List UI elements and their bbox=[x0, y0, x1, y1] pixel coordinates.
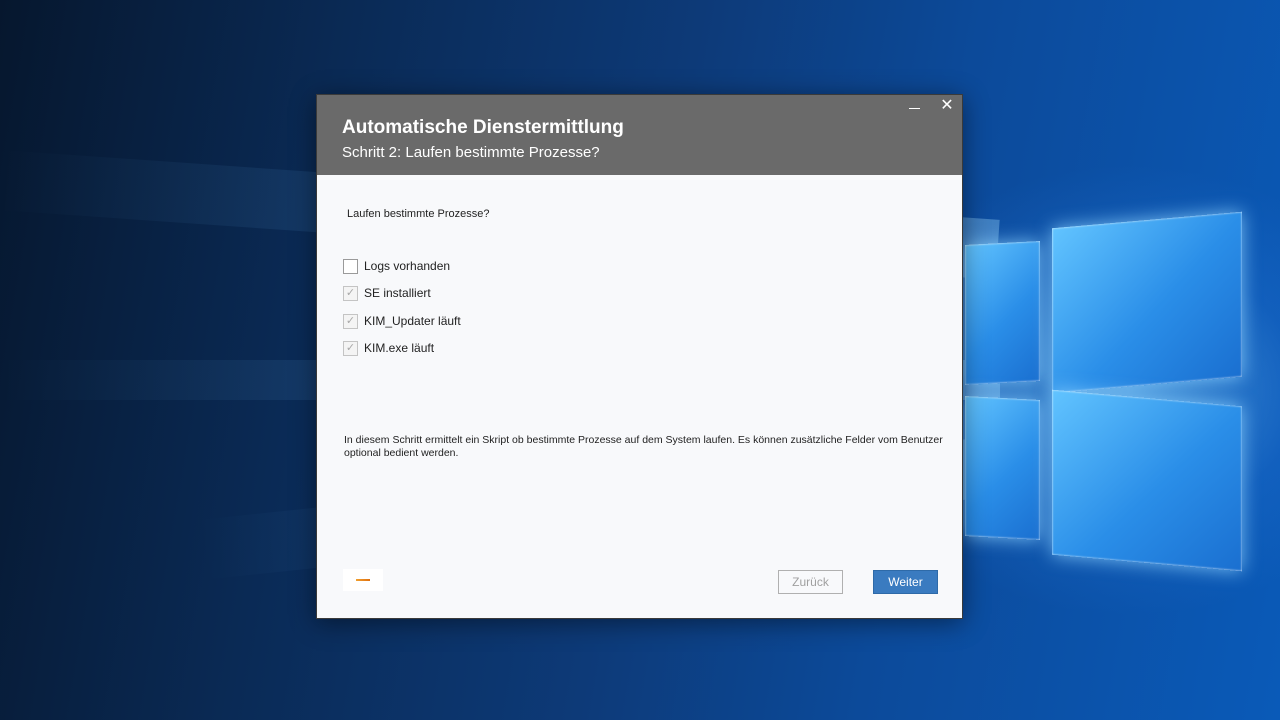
checkbox-box[interactable] bbox=[343, 258, 358, 274]
minimize-icon bbox=[908, 108, 920, 109]
close-icon: ✕ bbox=[940, 97, 954, 114]
windows-logo-pane bbox=[965, 396, 1040, 540]
checkbox-label: KIM_Updater läuft bbox=[364, 314, 461, 328]
checkmark-icon: ✓ bbox=[345, 286, 356, 299]
dialog-subtitle: Schritt 2: Laufen bestimmte Prozesse? bbox=[342, 144, 600, 161]
company-logo bbox=[343, 569, 383, 591]
checkmark-icon: ✓ bbox=[345, 314, 356, 327]
minimize-button[interactable] bbox=[903, 97, 925, 115]
checkbox-box[interactable]: ✓ bbox=[343, 285, 358, 301]
checkbox-label: SE installiert bbox=[364, 286, 431, 300]
windows-logo bbox=[960, 210, 1250, 572]
checkbox-kim-updater[interactable]: ✓ KIM_Updater läuft bbox=[343, 312, 461, 330]
next-button[interactable]: Weiter bbox=[873, 570, 938, 594]
checkbox-label: Logs vorhanden bbox=[364, 259, 451, 273]
close-button[interactable]: ✕ bbox=[936, 97, 958, 115]
checkmark-icon: ✓ bbox=[345, 341, 356, 354]
checkbox-kim-exe[interactable]: ✓ KIM.exe läuft bbox=[343, 339, 434, 357]
wizard-dialog: Automatische Dienstermittlung Schritt 2:… bbox=[316, 94, 963, 619]
checkbox-logs-vorhanden[interactable]: Logs vorhanden bbox=[343, 257, 450, 275]
windows-logo-pane bbox=[965, 241, 1040, 385]
info-text: In diesem Schritt ermittelt ein Skript o… bbox=[344, 434, 943, 459]
desktop-background: Automatische Dienstermittlung Schritt 2:… bbox=[0, 0, 1280, 720]
checkbox-box[interactable]: ✓ bbox=[343, 340, 358, 356]
back-button[interactable]: Zurück bbox=[778, 570, 843, 594]
logo-mark-icon bbox=[356, 579, 370, 581]
checkbox-label: KIM.exe läuft bbox=[364, 341, 435, 355]
windows-logo-pane bbox=[1052, 389, 1242, 572]
dialog-title: Automatische Dienstermittlung bbox=[342, 117, 624, 138]
checkbox-se-installiert[interactable]: ✓ SE installiert bbox=[343, 284, 431, 302]
windows-logo-pane bbox=[1052, 211, 1242, 394]
question-label: Laufen bestimmte Prozesse? bbox=[347, 208, 490, 220]
dialog-header: Automatische Dienstermittlung Schritt 2:… bbox=[317, 95, 962, 175]
checkbox-box[interactable]: ✓ bbox=[343, 313, 358, 329]
